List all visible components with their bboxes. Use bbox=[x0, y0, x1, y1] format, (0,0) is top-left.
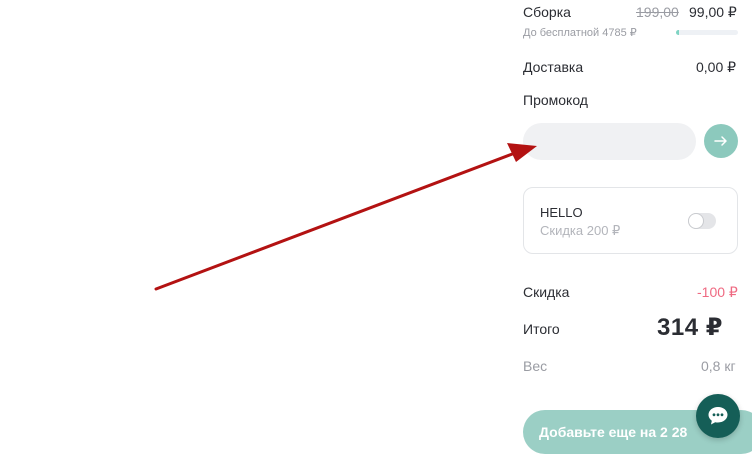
discount-value: -100 ₽ bbox=[697, 284, 738, 300]
weight-value: 0,8 кг bbox=[701, 358, 736, 374]
total-value: 314 ₽ bbox=[657, 314, 723, 341]
total-label: Итого bbox=[523, 321, 560, 337]
free-assembly-progress-fill bbox=[676, 30, 680, 35]
coupon-card: HELLO Скидка 200 ₽ bbox=[523, 187, 738, 254]
delivery-label: Доставка bbox=[523, 59, 584, 75]
coupon-description: Скидка 200 ₽ bbox=[540, 223, 621, 238]
weight-label: Вес bbox=[523, 358, 548, 374]
coupon-toggle[interactable] bbox=[688, 213, 716, 229]
chat-bubble-icon bbox=[708, 407, 728, 425]
assembly-label: Сборка bbox=[523, 4, 571, 20]
assembly-old-price: 199,00 bbox=[636, 4, 679, 20]
arrow-right-icon bbox=[714, 136, 727, 146]
promo-submit-button[interactable] bbox=[704, 124, 738, 158]
delivery-value: 0,00 ₽ bbox=[696, 59, 737, 75]
promo-label: Промокод bbox=[523, 92, 588, 108]
chat-button[interactable] bbox=[696, 394, 740, 438]
assembly-price: 99,00 ₽ bbox=[689, 4, 737, 20]
discount-label: Скидка bbox=[523, 284, 570, 300]
promo-code-input[interactable] bbox=[523, 123, 696, 160]
coupon-toggle-knob bbox=[689, 214, 703, 228]
coupon-code: HELLO bbox=[540, 205, 583, 220]
free-assembly-hint: До бесплатной 4785 ₽ bbox=[523, 27, 637, 39]
free-assembly-progress bbox=[676, 30, 738, 35]
annotation-arrow-shaft bbox=[154, 151, 517, 291]
